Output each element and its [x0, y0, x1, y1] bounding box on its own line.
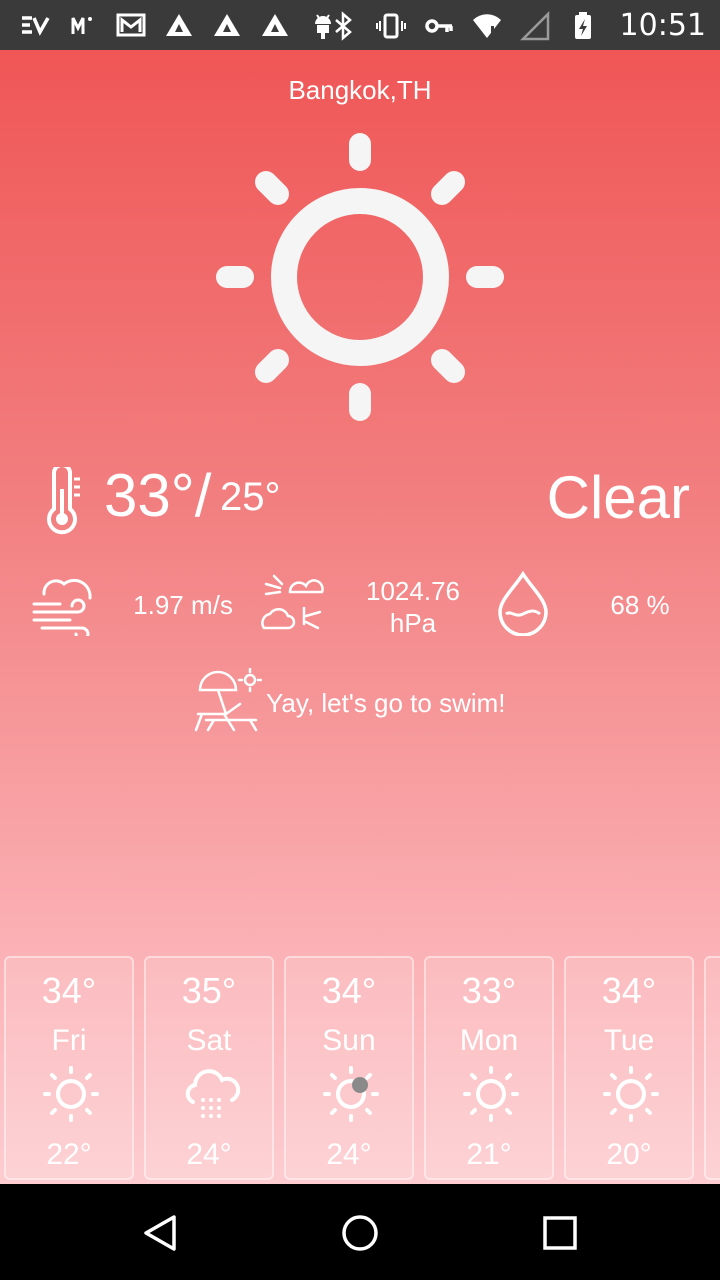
bluetooth-icon	[326, 9, 360, 43]
forecast-low: 24°	[186, 1138, 232, 1171]
clear-sun-icon	[216, 133, 504, 421]
system-icons: 10:51	[326, 8, 706, 43]
humidity-icon	[498, 570, 548, 636]
temperature-row: 33°/ 25° Clear	[40, 462, 690, 555]
touch-indicator	[352, 1077, 368, 1093]
forecast-list[interactable]: 34° Fri 22° 35° Sat 24° 34° Sun 24° 33° …	[0, 952, 720, 1184]
temp-min: 25°	[220, 475, 281, 519]
delta-icon-1	[162, 8, 196, 42]
delta-icon-3	[258, 8, 292, 42]
city-name: Bangkok,TH	[288, 75, 432, 105]
wind-icon	[32, 578, 92, 636]
weather-screen: Bangkok,TH 33°/ 25° Clear 1.97 m/s 1024.…	[0, 50, 720, 1184]
temp-separator: /	[194, 462, 212, 529]
notification-icons	[18, 8, 340, 42]
back-icon	[144, 1215, 176, 1251]
home-button[interactable]	[335, 1208, 385, 1258]
forecast-low: 20°	[606, 1138, 652, 1171]
key-icon	[422, 9, 456, 43]
ev-icon	[18, 8, 52, 42]
forecast-day: Mon	[459, 1024, 519, 1057]
forecast-card[interactable]: 34° Fri 22°	[4, 956, 134, 1180]
forecast-card-partial[interactable]	[704, 956, 720, 1180]
forecast-card[interactable]: 35° Sat 24°	[144, 956, 274, 1180]
gmail-icon	[114, 8, 148, 42]
recents-icon	[543, 1216, 577, 1250]
navigation-bar	[0, 1184, 720, 1280]
forecast-day: Tue	[603, 1024, 655, 1057]
signal-icon	[518, 9, 552, 43]
forecast-high: 34°	[41, 970, 97, 1011]
thermometer-icon	[47, 467, 80, 535]
clock: 10:51	[619, 8, 706, 43]
humidity-value: 68 %	[610, 590, 670, 620]
forecast-day: Fri	[51, 1024, 87, 1057]
status-bar: 10:51	[0, 0, 720, 50]
sun-icon	[463, 1066, 519, 1122]
delta-icon-2	[210, 8, 244, 42]
forecast-high: 35°	[181, 970, 237, 1011]
rain-cloud-icon	[185, 1069, 241, 1118]
beach-umbrella-icon	[194, 668, 262, 732]
forecast-high: 34°	[601, 970, 657, 1011]
vibrate-icon	[374, 9, 408, 43]
forecast-card[interactable]: 33° Mon 21°	[424, 956, 554, 1180]
pressure-icon	[261, 574, 324, 630]
forecast-high: 34°	[321, 970, 377, 1011]
pressure-unit: hPa	[389, 608, 437, 638]
sun-icon	[323, 1066, 379, 1122]
back-button[interactable]	[135, 1208, 185, 1258]
forecast-day: Sun	[322, 1024, 376, 1057]
wind-speed: 1.97 m/s	[133, 590, 233, 620]
wifi-icon	[470, 9, 504, 43]
m-mail-icon	[66, 8, 100, 42]
home-icon	[342, 1215, 378, 1251]
advice-text: Yay, let's go to swim!	[266, 688, 506, 718]
forecast-low: 24°	[326, 1138, 372, 1171]
forecast-card[interactable]: 34° Sun 24°	[284, 956, 414, 1180]
forecast-low: 21°	[466, 1138, 512, 1171]
forecast-card[interactable]: 34° Tue 20°	[564, 956, 694, 1180]
weather-condition: Clear	[546, 464, 690, 531]
stats-row: 1.97 m/s 1024.76 hPa 68 %	[30, 570, 690, 640]
advice-row: Yay, let's go to swim!	[194, 668, 554, 738]
forecast-high: 33°	[461, 970, 517, 1011]
recents-button[interactable]	[535, 1208, 585, 1258]
battery-charging-icon	[566, 9, 600, 43]
pressure-value: 1024.76	[366, 576, 460, 606]
sun-icon	[603, 1066, 659, 1122]
sun-icon	[43, 1066, 99, 1122]
temp-max: 33°/	[104, 462, 212, 529]
forecast-day: Sat	[186, 1024, 232, 1057]
forecast-low: 22°	[46, 1138, 92, 1171]
